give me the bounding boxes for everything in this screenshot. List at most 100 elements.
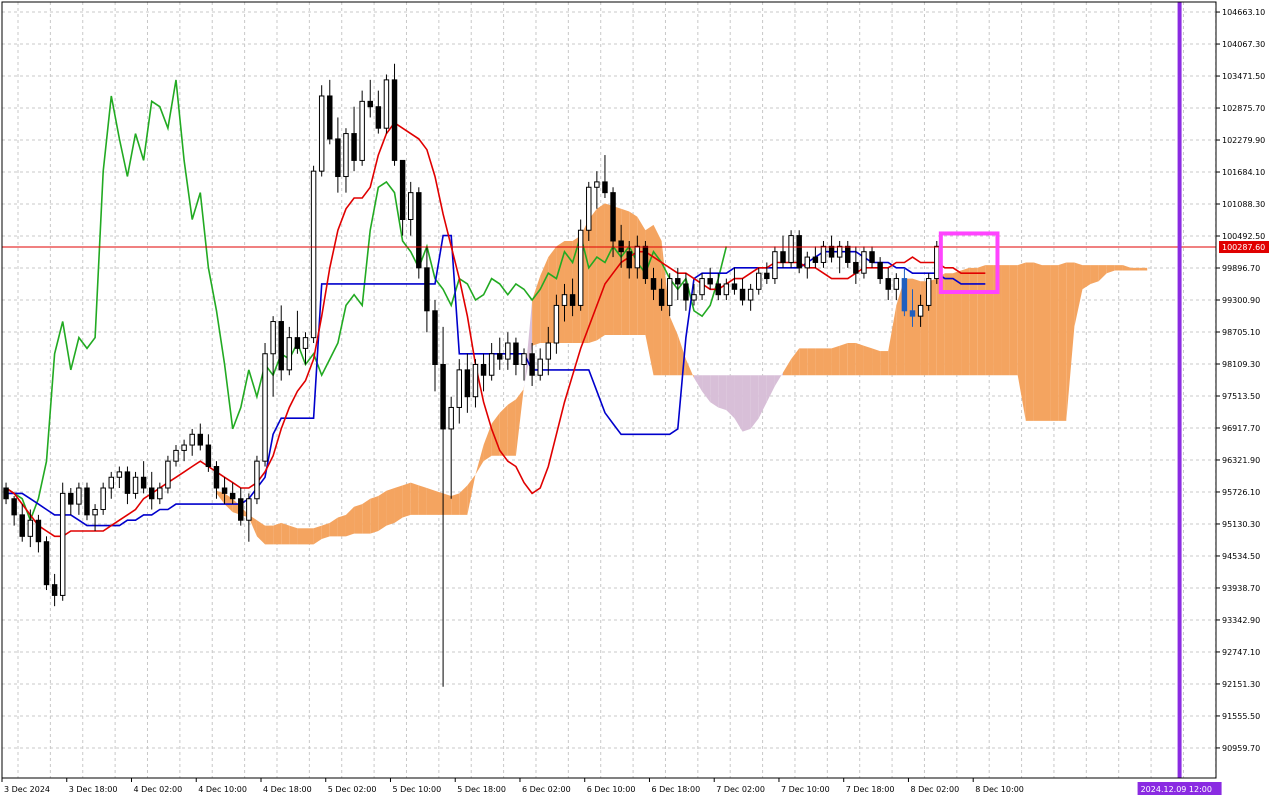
candle-bullish [286,337,293,371]
cloud-segment-bearish [750,375,759,429]
y-tick-label: 102875.70 [1222,104,1265,113]
cloud-segment-bullish [451,493,460,515]
candle-bearish [440,363,446,430]
candle-bearish [529,353,535,376]
candle-bullish [756,272,762,290]
cloud-segment-bearish [710,375,719,408]
candle-bearish [84,487,90,516]
candle-bullish [59,492,66,596]
cloud-segment-bearish [742,375,751,432]
cloud-segment-bullish [1098,265,1107,282]
candle-bullish [262,353,268,462]
candle-bearish [68,492,74,505]
cloud-segment-bullish [305,528,314,545]
candle-bearish [3,487,9,500]
candle-bullish [472,363,479,398]
candle-bullish [917,304,924,317]
candle-bearish [294,337,301,349]
y-tick-label: 95130.30 [1222,520,1260,529]
candle-bullish [788,235,794,263]
cloud-segment-bearish [774,372,784,386]
y-tick-label: 101088.30 [1222,200,1265,209]
candle-bullish [934,245,940,280]
candle-bearish [901,278,908,312]
cloud-segment-bullish [855,343,864,376]
cloud-segment-bullish [831,345,840,376]
candle-bullish [804,256,811,269]
cloud-segment-bullish [402,482,411,518]
cloud-segment-bullish [685,359,694,378]
cloud-segment-bearish [726,375,735,419]
cloud-segment-bullish [1131,267,1140,271]
cloud-segment-bullish [799,348,808,376]
candle-bearish [796,235,802,269]
cloud-segment-bullish [629,211,638,335]
candle-bullish [100,487,106,510]
candle-bearish [278,321,284,371]
candle-bearish [35,519,42,543]
candle-bullish [699,278,705,296]
cloud-segment-bullish [321,522,330,540]
axes: 104663.10 104067.30 103471.50 102875.70 1022… [1,1,1265,794]
candle-bullish [861,251,867,274]
cloud-segment-bullish [1122,265,1132,271]
candle-bearish [424,267,430,312]
x-tick-label: 7 Dec 02:00 [716,785,765,794]
candle-bearish [197,433,204,446]
cloud-segment-bullish [289,525,298,545]
candle-bearish [375,106,382,129]
y-tick-label: 96917.70 [1222,424,1260,433]
cloud-segment-bullish [273,522,282,545]
ichimoku-cloud [216,203,1148,545]
y-tick-label: 96321.90 [1222,456,1260,465]
cloud-segment-bullish [1009,265,1018,376]
candle-bearish [480,363,487,376]
candle-bullish [173,449,179,462]
y-tick-label: 91555.50 [1222,712,1260,721]
cloud-segment-bearish [734,375,743,432]
candle-bearish [569,294,576,306]
cloud-segment-bullish [1139,267,1148,271]
candle-bearish [642,245,649,280]
candle-bearish [43,541,50,586]
candle-bearish [650,278,657,290]
candle-bearish [205,444,212,468]
price-chart[interactable]: 100287.60 2024.12.09 12:00 104663.10 10406… [0,0,1280,800]
candle-bearish [399,159,406,220]
x-tick-label: 3 Dec 2024 [4,785,50,794]
cloud-segment-bullish [378,490,387,531]
candle-bearish [367,100,373,108]
candle-bullish [537,358,543,376]
cloud-segment-bullish [1001,265,1010,376]
cloud-segment-bullish [483,423,492,462]
candle-bearish [780,251,786,263]
y-tick-label: 104663.10 [1222,8,1265,17]
y-tick-label: 101684.10 [1222,168,1265,177]
cloud-segment-bullish [823,348,832,376]
candle-bearish [602,181,608,194]
cloud-segment-bullish [370,496,379,534]
cloud-segment-bullish [1090,265,1099,284]
cloud-segment-bullish [863,345,873,376]
cloud-segment-bullish [426,488,435,515]
candle-bearish [229,492,236,500]
x-tick-label: 7 Dec 18:00 [846,785,895,794]
candle-bearish [416,192,422,269]
cloud-segment-bullish [418,485,427,515]
candle-bearish [618,240,624,253]
candle-bullish [343,133,349,178]
candle-bullish [254,460,260,500]
cloud-segment-bullish [507,399,516,456]
candle-bearish [11,498,17,516]
cloud-segment-bullish [345,506,355,537]
candle-bearish [845,245,851,263]
candle-bullish [116,471,123,478]
y-tick-label: 92151.30 [1222,680,1260,689]
cloud-segment-bullish [1106,265,1115,274]
y-tick-label: 93342.90 [1222,616,1260,625]
cloud-segment-bullish [1050,265,1059,421]
cloud-segment-bullish [1114,265,1123,271]
y-tick-label: 90959.70 [1222,744,1260,753]
x-tick-label: 5 Dec 10:00 [392,785,441,794]
candle-bearish [626,251,632,269]
